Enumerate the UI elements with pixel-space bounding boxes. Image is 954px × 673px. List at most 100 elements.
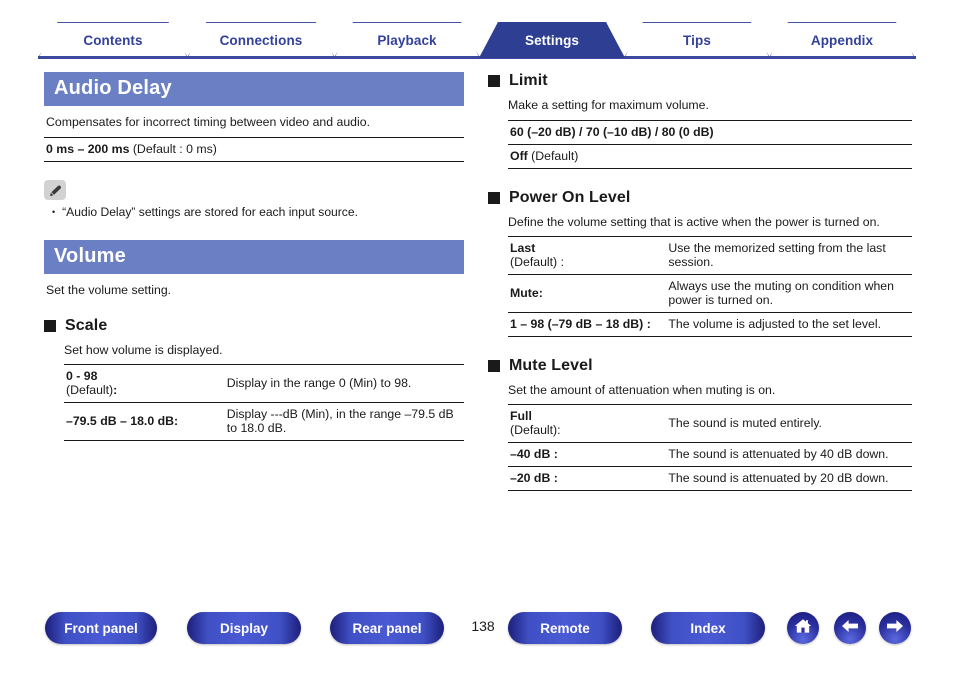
scale-options-table: 0 - 98 (Default): Display in the range 0…	[64, 364, 464, 441]
term-bold: Last	[510, 241, 536, 255]
volume-lead-text: Set the volume setting.	[46, 283, 172, 297]
mute-level-description: Set the amount of attenuation when mutin…	[508, 383, 776, 397]
tab-right-edge	[597, 23, 625, 58]
remote-button[interactable]: Remote	[508, 612, 622, 644]
table-row: –20 dB : The sound is attenuated by 20 d…	[508, 466, 912, 491]
tab-tips[interactable]: Tips	[624, 22, 770, 58]
term-bold: –79.5 dB – 18.0 dB:	[66, 414, 179, 428]
option-term: –79.5 dB – 18.0 dB:	[64, 402, 225, 441]
option-term: –20 dB :	[508, 466, 667, 491]
subsection-heading: Mute Level	[509, 357, 593, 374]
limit-description: Make a setting for maximum volume.	[508, 98, 709, 112]
button-label: Rear panel	[352, 620, 422, 636]
value-bold: 0 ms – 200 ms	[46, 142, 130, 156]
option-term: 1 – 98 (–79 dB – 18 dB) :	[508, 312, 667, 337]
table-row: Last (Default) : Use the memorized setti…	[508, 237, 912, 275]
table-row: –40 dB : The sound is attenuated by 40 d…	[508, 442, 912, 467]
square-bullet-icon	[488, 192, 500, 204]
forward-button[interactable]	[879, 612, 911, 644]
option-description: The volume is adjusted to the set level.	[666, 312, 912, 337]
option-term: 0 - 98 (Default):	[64, 365, 225, 403]
tab-playback[interactable]: Playback	[334, 22, 480, 58]
tab-connections[interactable]: Connections	[187, 22, 335, 58]
bullet-icon: •	[52, 207, 56, 217]
note-list-item: • “Audio Delay” settings are stored for …	[44, 205, 464, 220]
limit-options-table: 60 (–20 dB) / 70 (–10 dB) / 80 (0 dB) Of…	[508, 120, 912, 169]
table-row: Full (Default): The sound is muted entir…	[508, 405, 912, 443]
arrow-left-icon	[840, 618, 860, 639]
tab-right-edge	[887, 23, 915, 58]
tab-settings[interactable]: Settings	[479, 22, 625, 58]
power-on-level-description: Define the volume setting that is active…	[508, 215, 880, 229]
subsection-scale: Scale	[44, 317, 464, 335]
back-button[interactable]	[834, 612, 866, 644]
scale-description: Set how volume is displayed.	[64, 343, 223, 357]
term-rest: (Default)	[66, 383, 114, 397]
square-bullet-icon	[44, 320, 56, 332]
front-panel-button[interactable]: Front panel	[45, 612, 157, 644]
option-term: Last (Default) :	[508, 237, 666, 275]
right-column: Limit Make a setting for maximum volume.…	[488, 72, 912, 491]
option-description: Use the memorized setting from the last …	[668, 241, 886, 269]
tab-label: Playback	[377, 33, 437, 48]
tab-appendix[interactable]: Appendix	[769, 22, 915, 58]
table-row: 0 ms – 200 ms (Default : 0 ms)	[44, 138, 464, 161]
subsection-limit: Limit	[488, 72, 912, 90]
audio-delay-lead-text: Compensates for incorrect timing between…	[46, 115, 371, 129]
tab-bar-divider	[38, 56, 916, 59]
square-bullet-icon	[488, 360, 500, 372]
tab-list: Contents Connections Playback Settings T…	[38, 22, 915, 58]
pencil-icon	[44, 180, 66, 200]
option-description: The sound is attenuated by 20 dB down.	[666, 466, 912, 491]
top-tab-bar: Contents Connections Playback Settings T…	[0, 0, 954, 60]
table-row: Off (Default)	[508, 144, 912, 168]
section-header-volume: Volume	[44, 240, 464, 274]
footer-nav-bar: Front panel Display Rear panel 138 Remot…	[0, 612, 954, 668]
table-row: –79.5 dB – 18.0 dB: Display ---dB (Min),…	[64, 402, 464, 441]
term-rest: (Default) :	[510, 255, 564, 269]
term-bold: Full	[510, 409, 532, 423]
table-row: 60 (–20 dB) / 70 (–10 dB) / 80 (0 dB)	[508, 121, 912, 144]
term-bold: Mute:	[510, 286, 543, 300]
display-button[interactable]: Display	[187, 612, 301, 644]
option-description: The sound is attenuated by 40 dB down.	[666, 442, 912, 467]
index-button[interactable]: Index	[651, 612, 765, 644]
tab-label: Settings	[524, 33, 580, 48]
mute-level-options-table: Full (Default): The sound is muted entir…	[508, 404, 912, 491]
table-row: 1 – 98 (–79 dB – 18 dB) : The volume is …	[508, 312, 912, 337]
note-block: • “Audio Delay” settings are stored for …	[44, 180, 464, 220]
note-text: “Audio Delay” settings are stored for ea…	[62, 205, 358, 219]
tab-contents[interactable]: Contents	[38, 22, 188, 58]
value-bold: Off	[510, 149, 528, 163]
home-button[interactable]	[787, 612, 819, 644]
tab-left-edge	[187, 23, 215, 58]
term-rest: (Default):	[510, 423, 561, 437]
table-row: Mute: Always use the muting on condition…	[508, 274, 912, 313]
audio-delay-value-table: 0 ms – 200 ms (Default : 0 ms)	[44, 137, 464, 162]
button-label: Remote	[540, 620, 590, 636]
button-label: Index	[690, 620, 726, 636]
option-description: Always use the muting on condition when …	[666, 274, 912, 313]
tab-label: Contents	[83, 33, 143, 48]
table-row: 0 - 98 (Default): Display in the range 0…	[64, 365, 464, 403]
option-term: Full (Default):	[508, 405, 666, 443]
home-icon	[793, 617, 813, 640]
term-bold: 0 - 98	[66, 369, 98, 383]
option-description: Display ---dB (Min), in the range –79.5 …	[224, 402, 464, 441]
term-colon: :	[113, 383, 118, 397]
section-header-audio-delay: Audio Delay	[44, 72, 464, 106]
term-bold: 1 – 98 (–79 dB – 18 dB) :	[510, 317, 651, 331]
term-bold: –40 dB :	[510, 447, 558, 461]
term-bold: –20 dB :	[510, 471, 558, 485]
option-term: Mute:	[508, 274, 667, 313]
tab-right-edge	[742, 23, 770, 58]
tab-label: Tips	[683, 33, 711, 48]
subsection-heading: Power On Level	[509, 189, 631, 206]
button-label: Display	[219, 620, 269, 636]
square-bullet-icon	[488, 75, 500, 87]
tab-left-edge	[479, 23, 507, 58]
tab-left-edge	[624, 23, 652, 58]
rear-panel-button[interactable]: Rear panel	[330, 612, 444, 644]
tab-left-edge	[38, 23, 66, 58]
arrow-right-icon	[885, 618, 905, 639]
